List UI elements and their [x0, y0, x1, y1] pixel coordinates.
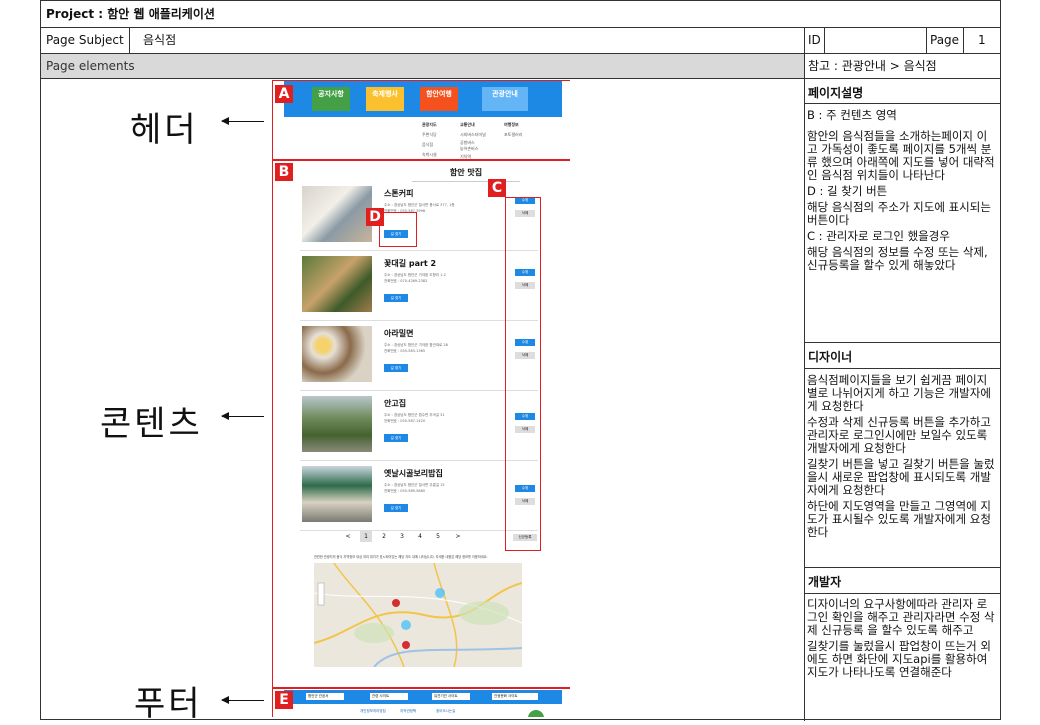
region-e-box [272, 687, 570, 717]
designer-notes: 음식점페이지들을 보기 쉽게끔 페이지별로 나뉘어지게 하고 기능은 개발자에게… [807, 374, 997, 542]
desc-line: 해당 음식점의 주소가 지도에 표시되는 버튼이다 [807, 200, 991, 227]
desc-line: 해당 음식점의 정보를 수정 또는 삭제, 신규등록을 할수 있게 해놓았다 [807, 245, 988, 272]
page-desc-list: B : 주 컨텐츠 영역 함안의 음식점들을 소개하는페이지 이고 가독성이 좋… [807, 109, 997, 275]
region-d-box [379, 212, 417, 247]
footer-annotation: 푸터 [134, 684, 203, 724]
developer-title: 개발자 [808, 575, 842, 589]
page-label: Page [930, 33, 960, 47]
developer-line: 디자이너의 요구사항에따라 관리자 로그인 확인을 해주고 관리자라면 수정 삭… [807, 597, 995, 637]
tag-e: E [275, 691, 293, 709]
designer-line: 하단에 지도영역을 만들고 그영역에 지도가 표시될수 있도록 개발자에게 요청… [807, 499, 991, 539]
project-title: Project : 함안 웹 애플리케이션 [46, 7, 215, 21]
desc-line: B : 주 컨텐츠 영역 [807, 108, 897, 122]
header-arrow-icon [221, 117, 264, 125]
tag-c: C [488, 179, 506, 197]
reference-path: 참고 : 관광안내 > 음식점 [808, 59, 937, 73]
tag-a: A [275, 85, 293, 103]
developer-notes: 디자이너의 요구사항에따라 관리자 로그인 확인을 해주고 관리자라면 수정 삭… [807, 598, 997, 682]
desc-line: 함안의 음식점들을 소개하는페이지 이고 가독성이 좋도록 페이지를 5개씩 분… [807, 129, 995, 182]
page-number: 1 [978, 33, 986, 47]
page-subject-label: Page Subject [46, 33, 124, 47]
page-desc-title: 페이지설명 [808, 86, 864, 100]
developer-line: 길찾기를 눌렀을시 팝업창이 뜨는거 외에도 하면 화단에 지도api를 활용하… [807, 639, 991, 679]
page-elements-label: Page elements [46, 59, 135, 73]
desc-line: D : 길 찾기 버튼 [807, 184, 888, 198]
content-arrow-icon [221, 412, 264, 420]
header-annotation: 헤더 [130, 110, 199, 150]
page-subject-value: 음식점 [143, 33, 177, 47]
designer-line: 길찾기 버튼을 넣고 길찾기 버튼을 눌렀을시 새로운 팝업창에 표시되도록 개… [807, 457, 995, 497]
desc-line: C : 관리자로 로그인 했을경우 [807, 229, 950, 243]
tag-d: D [366, 208, 384, 226]
tag-b: B [275, 163, 293, 181]
region-a-box [272, 80, 570, 161]
content-annotation: 콘텐츠 [100, 404, 203, 444]
page-mockup: 공지사항 축제행사 함안여행 관광안내 관광지도 주변식당 음식점 숙박시설 교… [272, 80, 570, 717]
footer-arrow-icon [221, 696, 264, 704]
id-label: ID [808, 33, 821, 47]
designer-line: 음식점페이지들을 보기 쉽게끔 페이지별로 나뉘어지게 하고 기능은 개발자에게… [807, 373, 991, 413]
region-c-box [505, 197, 541, 551]
designer-title: 디자이너 [808, 350, 853, 364]
designer-line: 수정과 삭제 신규등록 버튼을 추가하고 관리자로 로그인시에만 보일수 있도록… [807, 415, 991, 455]
